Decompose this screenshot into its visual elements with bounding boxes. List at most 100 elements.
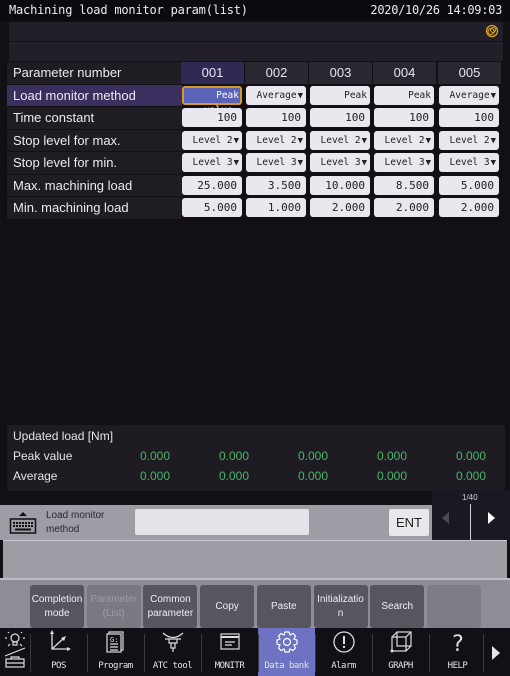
updated-load-panel: Updated load [Nm] Peak value 0.000 0.000 0.… [7,425,505,491]
next-page-icon[interactable] [488,512,495,524]
parameter-table: Parameter number 001 002 003 004 005 Loa… [4,62,506,220]
dropdown-cell[interactable]: Level 2▼ [246,130,306,150]
nav-alarm[interactable]: Alarm [315,628,372,676]
nav-separator [372,634,373,672]
nav-label: Data bank [264,661,309,671]
value-cell[interactable]: 1.000 [246,198,306,217]
dropdown-arrow-icon: ▼ [361,158,367,168]
dropdown-arrow-icon: ▼ [233,158,239,168]
cell-value: 1.000 [267,201,301,214]
nav-separator [315,634,316,672]
fkey-paste[interactable]: Paste [256,585,311,628]
nav-atc-tool[interactable]: ATC tool [144,628,201,676]
dropdown-cell[interactable]: Level 3▼ [246,153,306,172]
status-icon [485,24,499,38]
nav-label: MONITR [214,661,245,671]
sub-message-bar [9,42,503,61]
dropdown-cell[interactable]: Level 3▼ [439,153,499,172]
nav-separator [483,634,484,672]
fkey-label: Common parameter [148,593,194,621]
keyboard-icon[interactable] [9,511,37,535]
value-cell[interactable]: 5.000 [439,175,499,195]
dropdown-cell[interactable]: Level 2▼ [182,130,242,150]
nav-separator [30,634,31,672]
dropdown-cell[interactable]: Level 3▼ [182,153,242,172]
dropdown-arrow-icon: ▼ [490,158,496,168]
nav-more-icon[interactable] [492,646,500,660]
column-header[interactable]: 003 [309,62,372,84]
value-cell[interactable]: 100 [439,108,499,127]
fkey-initializatio-n[interactable]: Initializatio n [313,585,368,628]
dropdown-arrow-icon: ▼ [490,135,496,146]
input-label-line1: Load monitor [46,510,105,521]
dropdown-cell[interactable]: Level 2▼ [439,130,499,150]
column-header[interactable]: 004 [373,62,436,84]
fkey-completion-mode[interactable]: Completion mode [30,585,84,628]
dropdown-arrow-icon: ▼ [425,135,431,146]
value-cell[interactable]: 3.500 [246,175,306,195]
value-cell[interactable]: 100 [374,108,434,127]
dropdown-arrow-icon: ▼ [233,135,239,146]
dropdown-cell[interactable]: Level 3▼ [374,153,434,172]
nav-label: Program [98,661,133,671]
fkey-label-line2: parameter [147,607,194,619]
fkey-label-line1: Search [381,600,414,612]
load-row-label: Peak value [13,449,73,463]
fkey-empty [426,585,481,628]
dropdown-cell[interactable]: Peak value▼ [374,85,434,120]
prev-page-icon[interactable] [442,512,449,524]
load-value: 0.000 [297,469,328,483]
value-cell[interactable]: 2.000 [439,198,499,217]
column-header[interactable]: 005 [438,62,501,84]
input-label-line2: method [46,524,80,535]
dropdown-cell[interactable]: Level 2▼ [310,130,370,150]
dropdown-cell[interactable]: Peak value▼ [310,85,370,120]
dropdown-cell[interactable]: Level 2▼ [374,130,434,150]
value-cell[interactable]: 5.000 [182,198,242,217]
fkey-copy[interactable]: Copy [200,585,255,628]
nav-graph[interactable]: GRAPH [372,628,429,676]
cell-value: 8.500 [395,178,429,192]
value-cell[interactable]: 100 [246,108,306,127]
enter-button[interactable]: ENT [389,509,429,536]
value-cell[interactable]: 100 [182,108,242,127]
updated-load-title: Updated load [Nm] [13,429,114,443]
column-header[interactable]: 001 [181,62,244,84]
nav-maintenance[interactable] [0,628,30,676]
load-value: 0.000 [139,469,170,483]
dropdown-cell[interactable]: Level 3▼ [310,153,370,172]
navigation-bar: POS G: Program ATC tool MONITR Data bank Alarm… [0,628,510,676]
header-label: Parameter number [7,62,182,84]
nav-separator [429,634,430,672]
value-cell[interactable]: 2.000 [310,198,370,217]
fkey-common-parameter[interactable]: Common parameter [143,585,198,628]
row-label: Max. machining load [7,174,182,196]
dropdown-cell[interactable]: Average▼ [439,85,499,105]
dropdown-arrow-icon: ▼ [361,135,367,146]
fkey-search[interactable]: Search [370,585,425,628]
nav-monitr[interactable]: MONITR [201,628,258,676]
value-cell[interactable]: 8.500 [374,175,434,195]
datetime: 2020/10/26 14:09:03 [370,3,502,17]
dropdown-cell[interactable]: Peak value▼ [182,85,242,116]
value-input[interactable] [135,509,309,535]
nav-label: ATC tool [152,661,193,671]
row-label: Min. machining load [7,197,182,219]
dropdown-cell[interactable]: Average▼ [246,85,306,105]
input-bar: Load monitor method ENT [0,505,432,540]
value-cell[interactable]: 10.000 [310,175,370,195]
nav-data-bank[interactable]: Data bank [258,628,315,676]
nav-help[interactable]: ? HELP [429,628,486,676]
load-value: 0.000 [297,449,328,463]
fkey-label: Parameter (List) [90,593,137,621]
nav-pos[interactable]: POS [30,628,87,676]
value-cell[interactable]: 2.000 [374,198,434,217]
value-cell[interactable]: 100 [310,108,370,127]
column-header[interactable]: 002 [245,62,308,84]
fkey-label-line1: Parameter [90,593,138,605]
value-cell[interactable]: 25.000 [182,175,242,195]
page-navigator: 1/40 [432,490,510,540]
fkey-parameter-list: Parameter (List) [86,585,141,628]
table-row: Stop level for min. Level 3▼ Level 3▼ Level… [4,152,506,175]
nav-program[interactable]: G: Program [87,628,144,676]
